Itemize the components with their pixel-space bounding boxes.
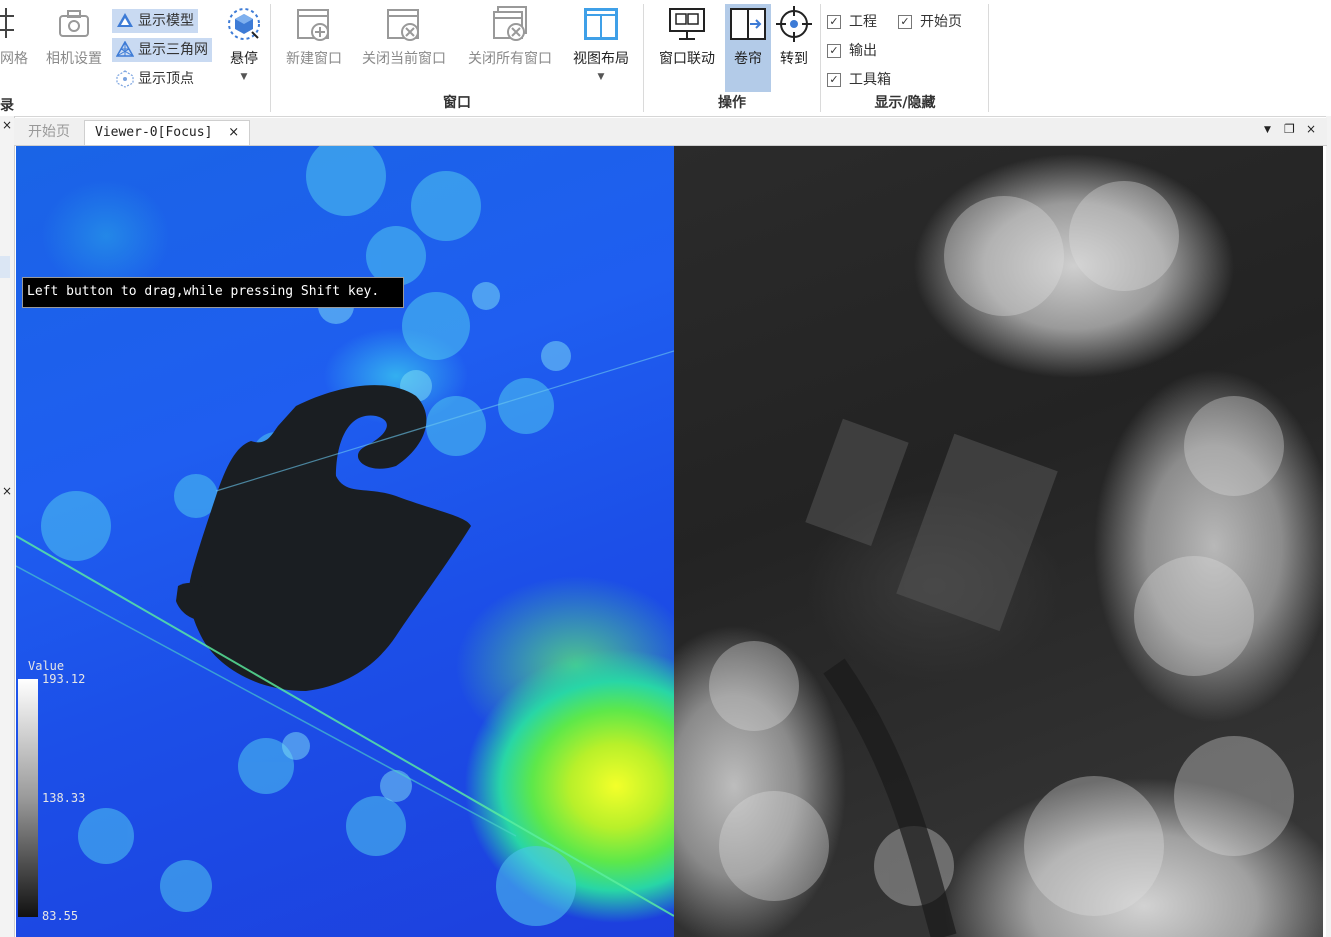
colored-point-cloud-view[interactable]: Left button to drag,while pressing Shift… xyxy=(16,146,674,937)
ribbon: 网格 录 相机设置 显示模型 显示三角网 显示顶点 悬停 ▼ 新建窗口 关闭当前… xyxy=(0,0,1331,117)
show-triangle-mesh-button[interactable]: 显示三角网 xyxy=(112,38,212,62)
close-icon[interactable]: × xyxy=(2,484,12,498)
close-icon[interactable]: × xyxy=(2,118,12,132)
separator xyxy=(270,4,271,112)
camera-settings-button[interactable]: 相机设置 xyxy=(42,4,106,68)
show-model-button[interactable]: 显示模型 xyxy=(112,9,198,33)
grid-button[interactable]: 网格 xyxy=(0,4,34,68)
vertices-icon xyxy=(116,70,134,88)
legend-title: Value xyxy=(28,659,65,673)
tab-start-page[interactable]: 开始页 xyxy=(18,120,80,144)
restore-window-icon[interactable]: ❐ xyxy=(1284,122,1295,136)
grayscale-point-cloud-view[interactable]: Y X xyxy=(674,146,1323,937)
dock-item[interactable] xyxy=(0,256,10,278)
hover-cube-icon xyxy=(228,8,260,40)
tab-start-page-label: 开始页 xyxy=(28,124,70,140)
window-group: 窗口 xyxy=(272,0,642,116)
legend-color-ramp xyxy=(18,679,38,917)
grayscale-render xyxy=(709,181,1294,937)
tab-viewer-label: Viewer-0[Focus] xyxy=(95,125,213,140)
tab-list-dropdown-icon[interactable]: ▼ xyxy=(1264,125,1271,135)
operation-group-label: 操作 xyxy=(718,95,746,111)
hover-dropdown-icon[interactable]: ▼ xyxy=(222,72,266,82)
viewer-3d-viewport[interactable]: Left button to drag,while pressing Shift… xyxy=(16,146,1323,937)
showhide-group-label: 显示/隐藏 xyxy=(874,95,936,111)
tab-viewer[interactable]: Viewer-0[Focus] × xyxy=(84,120,251,145)
point-cloud-render xyxy=(16,146,674,926)
show-model-label: 显示模型 xyxy=(138,13,194,29)
model-icon xyxy=(117,13,133,27)
camera-icon xyxy=(59,10,89,37)
separator xyxy=(988,4,989,112)
show-vertices-button[interactable]: 显示顶点 xyxy=(112,67,198,91)
grid-label: 网格 xyxy=(0,51,28,67)
grid-icon xyxy=(0,8,14,38)
legend-mid-value: 138.33 xyxy=(42,791,86,805)
close-tab-icon[interactable]: × xyxy=(228,125,239,140)
partial-group-label: 录 xyxy=(0,98,14,114)
right-dock-strip xyxy=(1326,116,1331,937)
hover-label: 悬停 xyxy=(230,51,258,67)
legend-max-value: 193.12 xyxy=(42,672,86,686)
hover-button[interactable]: 悬停 ▼ xyxy=(222,4,266,82)
triangle-mesh-icon xyxy=(116,41,134,57)
showhide-group: 显示/隐藏 xyxy=(821,0,989,116)
window-group-label: 窗口 xyxy=(443,95,471,111)
interaction-hint-tooltip: Left button to drag,while pressing Shift… xyxy=(22,277,404,308)
show-triangle-mesh-label: 显示三角网 xyxy=(138,42,208,58)
left-dock-strip: × × xyxy=(0,116,15,937)
camera-settings-label: 相机设置 xyxy=(46,51,102,67)
close-icon[interactable]: × xyxy=(1306,122,1316,136)
legend-min-value: 83.55 xyxy=(42,909,79,923)
document-tab-bar: 开始页 Viewer-0[Focus] × ▼ ❐ × xyxy=(14,118,1327,146)
operation-group: 操作 xyxy=(644,0,820,116)
show-vertices-label: 显示顶点 xyxy=(138,71,194,87)
